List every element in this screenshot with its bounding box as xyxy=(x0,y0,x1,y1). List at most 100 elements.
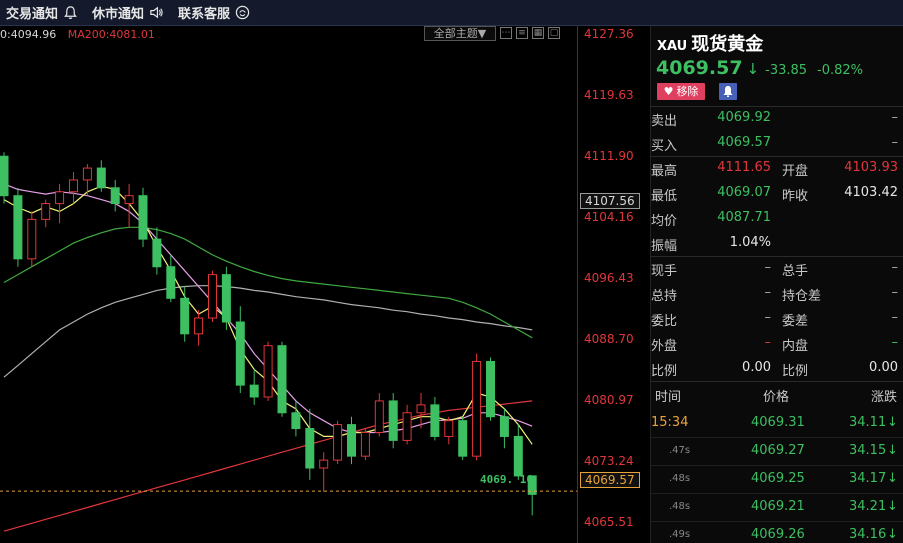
stat-label: 现手 xyxy=(651,264,678,279)
down-arrow-icon: ↓ xyxy=(887,527,898,542)
candle-body xyxy=(374,400,384,433)
tick-price: 4069.21 xyxy=(751,499,805,514)
stat-label: 外盘 xyxy=(651,339,678,354)
candle-body xyxy=(152,238,162,268)
stat-label: 均价 xyxy=(651,214,678,229)
candle-body xyxy=(138,195,148,240)
candle-body xyxy=(27,218,37,260)
nav-trade-notice[interactable]: 交易通知 xyxy=(6,3,78,22)
stat-label: 最低 xyxy=(651,189,678,204)
stat-value-2: – xyxy=(891,310,899,325)
tick-price: 4069.26 xyxy=(751,527,805,542)
nav-support-label: 联系客服 xyxy=(178,7,231,22)
tick-time: .48s xyxy=(669,473,691,484)
tick-row: .48s 4069.25 34.17 ↓ xyxy=(651,466,903,494)
candle-body xyxy=(13,195,23,260)
tick-price: 4069.31 xyxy=(751,415,805,430)
y-tick-label: 4080.97 xyxy=(584,393,634,408)
tick-price: 4069.27 xyxy=(751,443,805,458)
stat-value-2: – xyxy=(891,335,899,350)
chart-tools: ⋯ ≡ ▦ ▢ xyxy=(500,27,564,39)
stat-row: 外盘 – 内盘 – xyxy=(651,335,903,359)
candle-body xyxy=(360,431,370,457)
candle-body xyxy=(458,420,468,457)
nav-trade-notice-label: 交易通知 xyxy=(6,7,59,22)
stat-value-2: 0.00 xyxy=(869,360,898,375)
window-icon[interactable]: ▢ xyxy=(548,27,560,39)
more-icon[interactable]: ⋯ xyxy=(500,27,512,39)
ticks-header-time: 时间 xyxy=(655,390,682,405)
alert-bell-icon xyxy=(723,86,733,97)
price-change-pct: -0.82% xyxy=(817,63,864,78)
stat-value: 0.00 xyxy=(742,360,771,375)
tick-time: .48s xyxy=(669,501,691,512)
y-tick-label: 4111.90 xyxy=(584,149,634,164)
stat-value-2: 4103.93 xyxy=(844,160,898,175)
divider xyxy=(651,381,903,382)
candle-body xyxy=(333,424,343,461)
quote-title: XAU 现货黄金 xyxy=(657,30,763,56)
stat-label-2: 昨收 xyxy=(782,189,809,204)
theme-dropdown[interactable]: 全部主题▼ xyxy=(424,26,496,41)
stat-value: – xyxy=(764,285,772,300)
tick-change: 34.11 xyxy=(849,415,887,430)
stat-value-2: – xyxy=(891,260,899,275)
candle-body xyxy=(235,321,245,386)
quote-panel: XAU 现货黄金 4069.57 ↓ -33.85 -0.82% ♥ 移除 卖出 4… xyxy=(650,26,903,543)
stat-value: 4111.65 xyxy=(717,160,771,175)
candle-body xyxy=(513,435,523,477)
stat-label-2: 委差 xyxy=(782,314,809,329)
grid-icon[interactable]: ▦ xyxy=(532,27,544,39)
price-change: -33.85 xyxy=(765,63,808,78)
stat-label: 买入 xyxy=(651,139,678,154)
ticks-header-price: 价格 xyxy=(763,390,790,405)
candle-body xyxy=(430,404,440,437)
remove-watchlist-button[interactable]: ♥ 移除 xyxy=(657,83,705,100)
speaker-icon xyxy=(150,6,163,19)
stat-label-2: 比例 xyxy=(782,364,809,379)
down-arrow-icon: ↓ xyxy=(887,471,898,486)
price-axis: 4107.56 4069.57 4127.36 4119.63 4111.90 410… xyxy=(577,26,650,543)
candle-body xyxy=(416,404,426,414)
ma200-value: MA200:4081.01 xyxy=(67,28,155,41)
action-row: ♥ 移除 xyxy=(657,83,737,100)
candle-body xyxy=(499,416,509,437)
list-icon[interactable]: ≡ xyxy=(516,27,528,39)
stat-label: 总持 xyxy=(651,289,678,304)
tick-change: 34.21 xyxy=(849,499,887,514)
down-arrow-icon: ↓ xyxy=(746,60,760,78)
divider xyxy=(651,106,903,107)
support-icon xyxy=(235,5,250,20)
nav-close-notice[interactable]: 休市通知 xyxy=(92,3,164,22)
ticks-header: 时间 价格 涨跌 xyxy=(651,386,903,406)
candle-body xyxy=(0,155,9,197)
bell-icon xyxy=(64,6,77,19)
stat-label: 振幅 xyxy=(651,239,678,254)
candle-body xyxy=(347,424,356,457)
nav-close-notice-label: 休市通知 xyxy=(92,7,145,22)
ticks-header-change: 涨跌 xyxy=(871,390,898,405)
y-tick-label: 4088.70 xyxy=(584,332,634,347)
stat-label-2: 持仓差 xyxy=(782,289,822,304)
tick-change: 34.17 xyxy=(849,471,887,486)
tick-time: .49s xyxy=(669,529,691,540)
high-price-box: 4107.56 xyxy=(580,193,640,209)
y-tick-label: 4127.36 xyxy=(584,26,634,41)
tick-time: .47s xyxy=(669,445,691,456)
candle-body xyxy=(444,420,454,437)
tick-price: 4069.25 xyxy=(751,471,805,486)
tick-row: 15:34 4069.31 34.11 ↓ xyxy=(651,410,903,438)
nav-support[interactable]: 联系客服 xyxy=(178,3,250,22)
down-arrow-icon: ↓ xyxy=(887,443,898,458)
heart-icon: ♥ xyxy=(663,85,674,98)
kline-chart[interactable]: 0:4094.96 MA200:4081.01 全部主题▼ ⋯ ≡ ▦ ▢ 40… xyxy=(0,26,650,543)
remove-label: 移除 xyxy=(676,85,699,98)
stat-label-2: 总手 xyxy=(782,264,809,279)
stat-label-2: 内盘 xyxy=(782,339,809,354)
stat-row: 均价 4087.71 xyxy=(651,210,903,234)
alert-button[interactable] xyxy=(719,83,737,100)
stat-value: 4087.71 xyxy=(717,210,771,225)
kline-plot xyxy=(0,152,577,532)
candle-body xyxy=(402,412,412,441)
candle-body xyxy=(180,297,190,335)
